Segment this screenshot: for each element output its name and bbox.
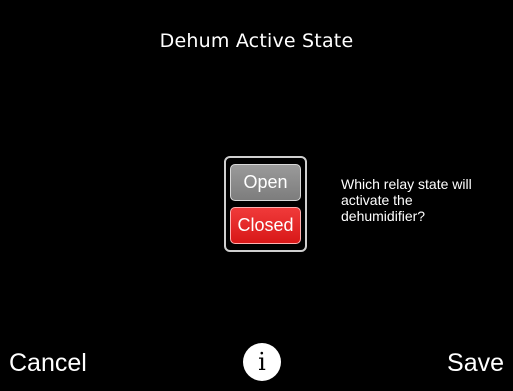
open-option-button[interactable]: Open [230,164,301,201]
relay-state-selector: Open Closed [224,156,307,252]
info-button[interactable]: i [243,343,281,381]
save-button[interactable]: Save [447,349,504,378]
info-icon: i [258,348,266,376]
page-title: Dehum Active State [159,30,354,52]
closed-option-button[interactable]: Closed [230,207,301,244]
question-text: Which relay state will activate the dehu… [341,176,472,224]
thermostat-screen: Dehum Active State Open Closed Which rel… [0,0,513,391]
cancel-button[interactable]: Cancel [9,349,87,378]
